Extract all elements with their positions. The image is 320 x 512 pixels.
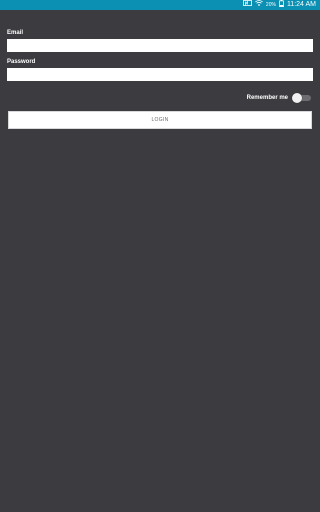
email-label: Email (7, 30, 24, 36)
wifi-icon (254, 0, 263, 10)
clock: 11:24 AM (286, 1, 316, 8)
toggle-thumb (292, 93, 302, 103)
password-label: Password (7, 59, 36, 65)
battery-percent: 20% (265, 2, 276, 8)
login-button-label: LOGIN (151, 117, 169, 123)
remember-me-label: Remember me (246, 95, 288, 101)
password-field[interactable] (7, 68, 313, 81)
remember-me-row: Remember me (247, 93, 312, 103)
login-screen: Email Password Remember me LOGIN (0, 10, 320, 512)
status-bar: 20% 11:24 AM (0, 0, 320, 10)
nfc-icon (243, 0, 252, 10)
email-field[interactable] (7, 39, 313, 52)
battery-icon (278, 0, 284, 11)
status-icons: 20% 11:24 AM (243, 0, 316, 10)
remember-me-toggle[interactable] (292, 93, 312, 103)
login-button[interactable]: LOGIN (8, 111, 312, 129)
